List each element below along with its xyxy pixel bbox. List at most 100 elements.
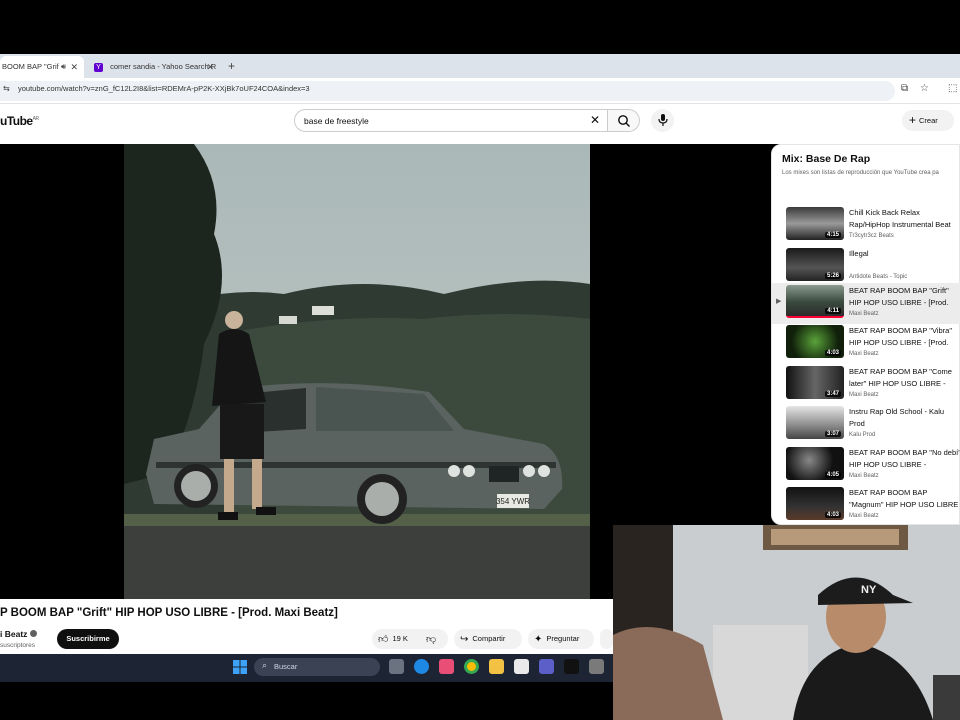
playlist-item[interactable]: 3:07 Instru Rap Old School - Kalu Prod K…: [772, 404, 960, 445]
logo-text: uTube: [0, 114, 33, 128]
task-view-icon[interactable]: [389, 659, 404, 674]
playlist-thumbnail: 5:26: [786, 248, 844, 281]
search-query[interactable]: base de freestyle: [304, 116, 369, 126]
like-button[interactable]: 👍︎ 19 K: [372, 634, 408, 645]
playlist-item-current[interactable]: ▶ 4:11 BEAT RAP BOOM BAP "Grift" HIP HOP…: [772, 283, 960, 324]
site-info-icon[interactable]: ⇆: [3, 84, 10, 93]
windows-start-icon[interactable]: [233, 660, 247, 674]
file-explorer-icon[interactable]: [489, 659, 504, 674]
playlist-thumbnail: 4:15: [786, 207, 844, 240]
playlist-item-title: Illegal: [849, 249, 869, 258]
playlist-item-title: BEAT RAP BOOM BAP "Come later" HIP HOP U…: [849, 367, 952, 388]
duration-badge: 4:05: [824, 472, 841, 478]
subscribe-button[interactable]: Suscribirme: [57, 629, 119, 649]
playlist-item-channel: Kalu Prod: [849, 432, 876, 438]
ask-button[interactable]: ✦ Preguntar: [528, 629, 594, 649]
license-plate: 354 YWR: [496, 497, 530, 506]
video-frame[interactable]: 354 YWR: [124, 144, 590, 599]
playlist-item[interactable]: 4:05 BEAT RAP BOOM BAP "No debí" HIP HOP…: [772, 445, 960, 486]
edge-icon[interactable]: [414, 659, 429, 674]
dislike-button[interactable]: 👎︎: [426, 629, 440, 650]
thumbs-up-icon: 👍︎: [378, 634, 389, 645]
now-playing-icon: ▶: [776, 298, 782, 305]
playlist-item[interactable]: 4:03 BEAT RAP BOOM BAP "Vibra" HIP HOP U…: [772, 323, 960, 364]
playlist-item[interactable]: 4:03 BEAT RAP BOOM BAP "Magnum" HIP HOP …: [772, 485, 960, 526]
playlist-title[interactable]: Mix: Base De Rap: [782, 153, 870, 165]
playlist-item[interactable]: 3:47 BEAT RAP BOOM BAP "Come later" HIP …: [772, 364, 960, 405]
webcam-image: NY: [613, 525, 960, 720]
voice-search-button[interactable]: [651, 109, 674, 132]
close-tab-icon[interactable]: ✕: [70, 56, 78, 78]
playlist-subtitle: Los mixes son listas de reproducción que…: [782, 170, 939, 176]
playlist-item-channel: Tr3cytr3cz Beats: [849, 233, 894, 239]
more-actions-button[interactable]: [600, 629, 613, 649]
ask-label: Preguntar: [546, 634, 580, 643]
playlist-item-channel: Maxi Beatz: [849, 473, 879, 479]
taskbar-search[interactable]: Buscar: [254, 658, 380, 676]
playlist-item[interactable]: 5:26 Illegal Antidote Beats - Topic: [772, 246, 960, 287]
chrome-icon[interactable]: [464, 659, 479, 674]
tab-youtube[interactable]: BOOM BAP "Grif 🔊︎ ✕: [0, 56, 84, 78]
tab-yahoo[interactable]: Y comer sandia - Yahoo Search R ✕: [88, 56, 220, 78]
duration-badge: 5:26: [824, 273, 841, 279]
tiktok-icon[interactable]: [564, 659, 579, 674]
subscriber-count: suscriptores: [0, 642, 36, 649]
playlist-item-title: BEAT RAP BOOM BAP "Vibra" HIP HOP USO LI…: [849, 326, 953, 347]
create-label: Crear: [919, 116, 938, 125]
share-label: Compartir: [472, 634, 506, 643]
create-button[interactable]: + Crear: [902, 110, 954, 131]
like-dislike-group: 👍︎ 19 K 👎︎: [372, 629, 448, 649]
svg-text:NY: NY: [861, 584, 877, 596]
thumbs-down-icon: 👎︎: [426, 634, 437, 645]
playlist-item-title: BEAT RAP BOOM BAP "Grift" HIP HOP USO LI…: [849, 286, 949, 307]
webcam-overlay: NY: [613, 525, 960, 720]
video-title: P BOOM BAP "Grift" HIP HOP USO LIBRE - […: [0, 607, 338, 619]
url-text[interactable]: youtube.com/watch?v=znG_fC12L2I8&list=RD…: [18, 84, 310, 93]
clear-search-icon[interactable]: ✕: [590, 113, 600, 127]
playlist-thumbnail: 4:03: [786, 325, 844, 358]
playlist-item-channel: Maxi Beatz: [849, 311, 879, 317]
logo-region: AR: [32, 116, 39, 122]
playlist-item-title: Chill Kick Back Relax Rap/HipHop Instrum…: [849, 208, 951, 229]
tab-youtube-label: BOOM BAP "Grif: [2, 62, 59, 71]
extensions-icon[interactable]: ⬚: [948, 83, 957, 94]
search-icon: ⌕: [262, 660, 268, 670]
teams-icon[interactable]: [539, 659, 554, 674]
install-app-icon[interactable]: ⧉: [901, 83, 908, 94]
duration-badge: 4:03: [824, 512, 841, 518]
tab-yahoo-label: comer sandia - Yahoo Search R: [110, 62, 217, 71]
search-icon: [618, 115, 630, 127]
playlist-item-channel: Maxi Beatz: [849, 513, 879, 519]
duration-badge: 3:47: [824, 391, 841, 397]
playlist-thumbnail: 3:07: [786, 406, 844, 439]
playlist-item-channel: Antidote Beats - Topic: [849, 274, 908, 280]
bookmark-star-icon[interactable]: ☆: [920, 83, 929, 94]
close-tab-icon[interactable]: ✕: [206, 56, 214, 78]
copilot-icon[interactable]: [439, 659, 454, 674]
playlist-thumbnail: 4:03: [786, 487, 844, 520]
duration-badge: 4:03: [824, 350, 841, 356]
channel-name[interactable]: i Beatz: [0, 629, 38, 639]
like-count: 19 K: [392, 634, 408, 643]
share-button[interactable]: ↪ Compartir: [454, 629, 522, 649]
microphone-icon: [658, 114, 668, 126]
sparkle-icon: ✦: [534, 634, 543, 645]
store-icon[interactable]: [514, 659, 529, 674]
playlist-item-channel: Maxi Beatz: [849, 392, 879, 398]
video-thumbnail-image: 354 YWR: [124, 144, 590, 599]
youtube-logo[interactable]: uTubeAR: [0, 114, 39, 128]
playlist-item[interactable]: 4:15 Chill Kick Back Relax Rap/HipHop In…: [772, 205, 960, 246]
playlist-thumbnail: 4:11: [786, 285, 844, 318]
verified-icon: [30, 630, 38, 637]
playlist-item-channel: Maxi Beatz: [849, 351, 879, 357]
new-tab-button[interactable]: +: [228, 57, 235, 75]
search-button[interactable]: [608, 109, 640, 132]
browser-tab-strip: BOOM BAP "Grif 🔊︎ ✕ Y comer sandia - Yah…: [0, 54, 960, 78]
playlist-item-title: BEAT RAP BOOM BAP "No debí" HIP HOP USO …: [849, 448, 960, 469]
app-icon[interactable]: [589, 659, 604, 674]
share-icon: ↪: [460, 634, 469, 645]
speaker-icon[interactable]: 🔊︎: [61, 56, 66, 78]
duration-badge: 4:11: [825, 308, 841, 314]
plus-icon: +: [909, 113, 917, 127]
playlist-item-title: BEAT RAP BOOM BAP "Magnum" HIP HOP USO L…: [849, 488, 959, 509]
